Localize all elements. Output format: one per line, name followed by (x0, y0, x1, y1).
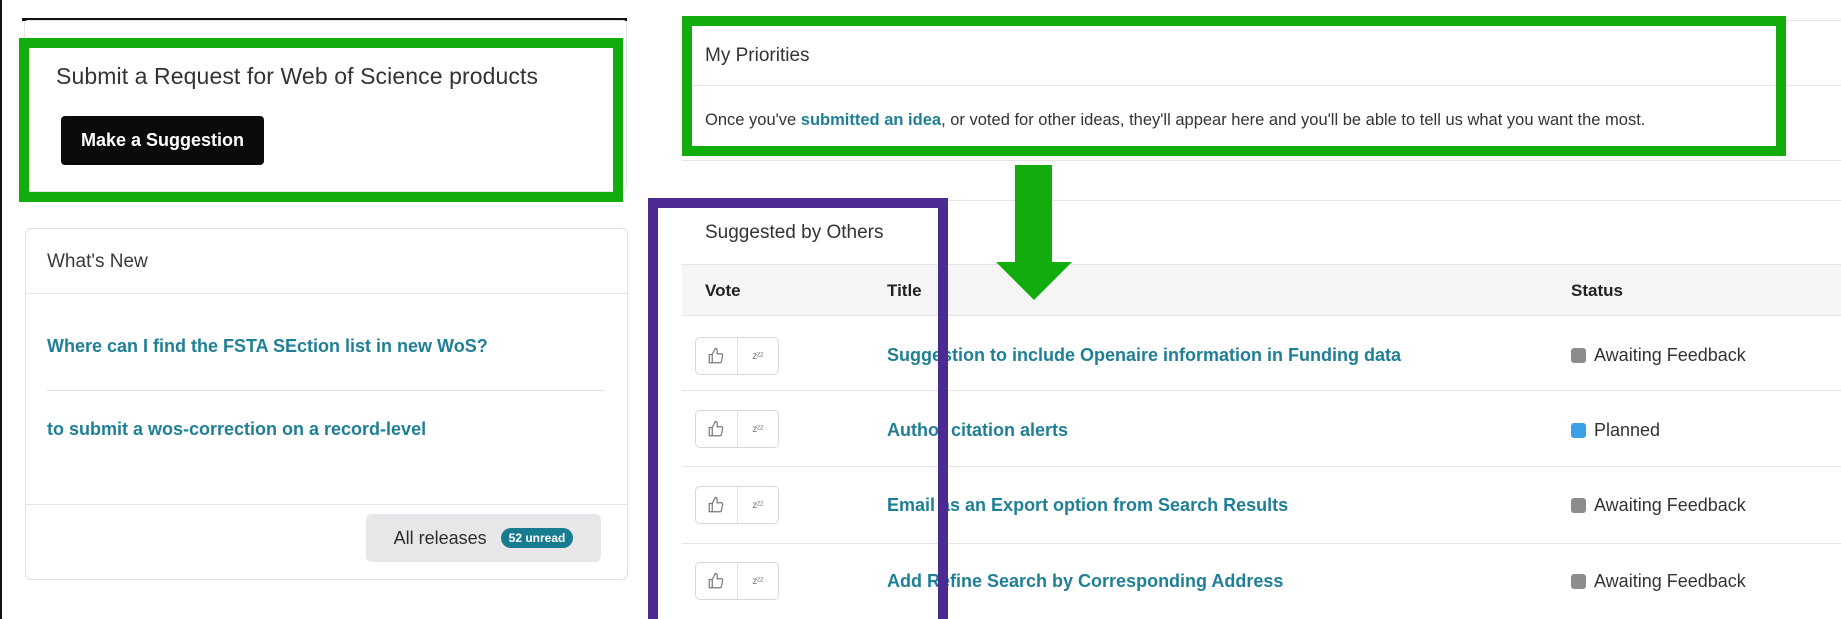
whats-new-title: What's New (47, 251, 148, 272)
status-label: Awaiting Feedback (1594, 571, 1746, 591)
down-arrow-shaft (1015, 165, 1052, 265)
status-label: Awaiting Feedback (1594, 345, 1746, 365)
idea-status: Awaiting Feedback (1571, 345, 1746, 366)
idea-status: Awaiting Feedback (1571, 495, 1746, 516)
whats-new-item-link[interactable]: to submit a wos-correction on a record-l… (47, 419, 426, 440)
whats-new-divider (47, 390, 605, 391)
status-indicator (1571, 423, 1586, 438)
all-releases-button[interactable]: All releases 52 unread (366, 514, 601, 562)
status-indicator (1571, 574, 1586, 589)
idea-status: Planned (1571, 420, 1660, 441)
whats-new-header: What's New (26, 229, 627, 294)
unread-count-badge: 52 unread (500, 528, 574, 548)
highlight-box-vote-column (648, 198, 948, 619)
highlight-box-priorities (682, 16, 1786, 156)
idea-status: Awaiting Feedback (1571, 571, 1746, 592)
down-arrow-icon (996, 262, 1072, 300)
my-priorities-bottom-border (682, 160, 1841, 161)
status-label: Awaiting Feedback (1594, 495, 1746, 515)
highlight-box-request (19, 38, 623, 202)
status-indicator (1571, 348, 1586, 363)
status-label: Planned (1594, 420, 1661, 440)
column-header-status[interactable]: Status (1571, 281, 1623, 301)
whats-new-footer-divider (26, 504, 627, 505)
status-indicator (1571, 498, 1586, 513)
idea-title-link[interactable]: Suggestion to include Openaire informati… (887, 345, 1401, 366)
all-releases-label: All releases (393, 527, 487, 548)
screenshot-border (0, 0, 2, 619)
whats-new-item-link[interactable]: Where can I find the FSTA SEction list i… (47, 336, 488, 357)
whats-new-card: What's New Where can I find the FSTA SEc… (25, 228, 628, 580)
